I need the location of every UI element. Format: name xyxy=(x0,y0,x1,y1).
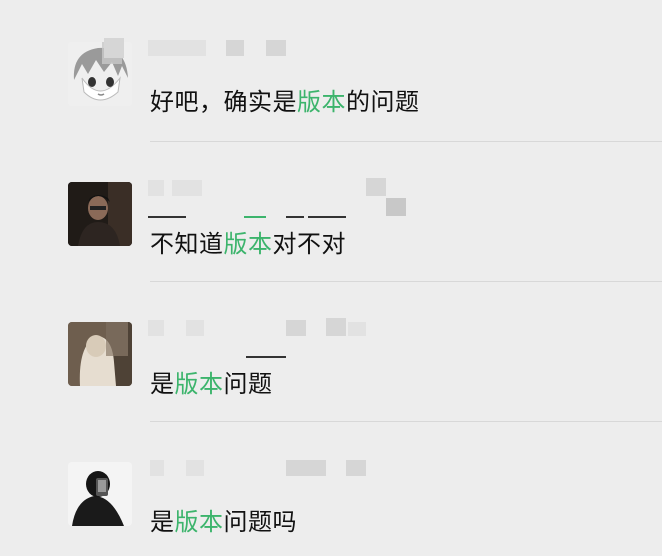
message-divider xyxy=(150,281,662,282)
text-underline xyxy=(148,216,186,218)
text-underline xyxy=(286,216,304,218)
message-text[interactable]: 好吧，确实是版本的问题 xyxy=(150,82,420,117)
message-divider xyxy=(150,141,662,142)
sender-name-blurred xyxy=(0,38,400,78)
message-text[interactable]: 不知道版本对不对 xyxy=(150,224,346,259)
chat-message: 是版本问题吗 xyxy=(0,458,662,556)
sender-name-blurred xyxy=(0,458,400,498)
chat-window: { "messages": [ {"segments": ["好吧，确实是", … xyxy=(0,0,662,556)
message-text[interactable]: 是版本问题 xyxy=(150,364,273,399)
chat-message: 不知道版本对不对 xyxy=(0,178,662,282)
sender-name-blurred xyxy=(0,318,400,358)
chat-message: 是版本问题 xyxy=(0,318,662,422)
message-divider xyxy=(150,421,662,422)
text-underline xyxy=(244,216,266,218)
text-underline xyxy=(246,356,286,358)
message-text[interactable]: 是版本问题吗 xyxy=(150,502,297,537)
sender-name-blurred xyxy=(0,178,406,218)
chat-message: 好吧，确实是版本的问题 xyxy=(0,38,662,142)
text-underline xyxy=(308,216,346,218)
